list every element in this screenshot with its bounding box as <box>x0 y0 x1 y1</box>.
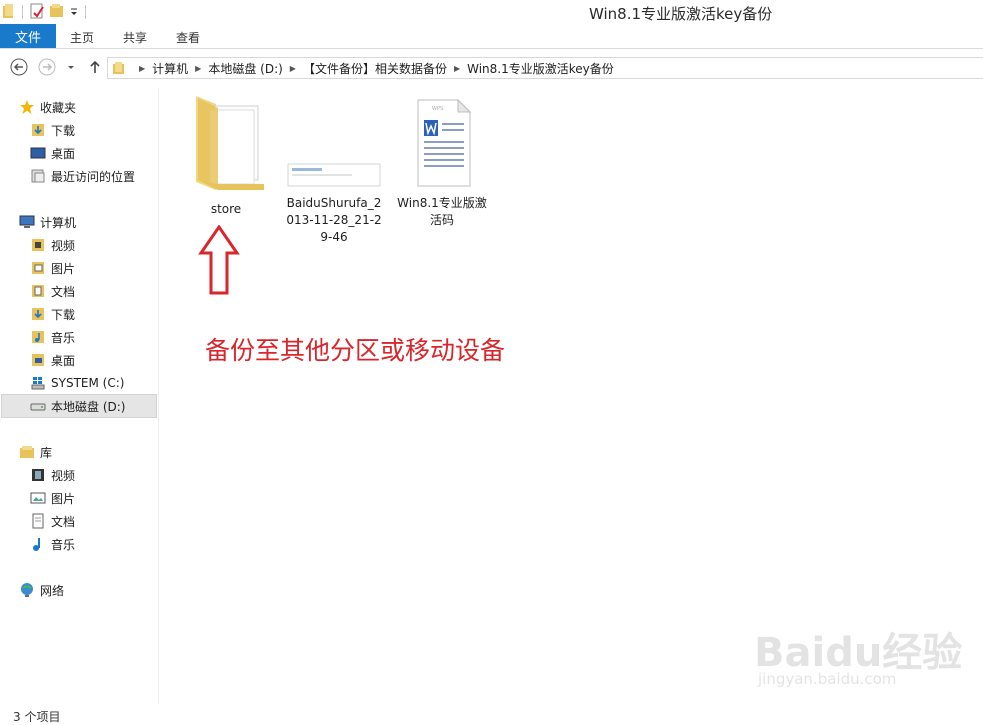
sidebar-item-pictures[interactable]: 图片 <box>30 257 75 279</box>
watermark: Baidu经验 jingyan.baidu.com <box>754 620 962 690</box>
chevron-down-icon[interactable] <box>69 3 79 22</box>
image-thumbnail-icon <box>287 163 381 187</box>
breadcrumb: ▶ 计算机 ▶ 本地磁盘 (D:) ▶ 【文件备份】相关数据备份 ▶ Win8.… <box>132 60 614 77</box>
folder-icon <box>112 61 126 75</box>
breadcrumb-current-folder[interactable]: Win8.1专业版激活key备份 <box>467 60 614 77</box>
tab-view[interactable]: 查看 <box>176 29 200 46</box>
breadcrumb-drive-d[interactable]: 本地磁盘 (D:) <box>208 60 282 77</box>
file-name: store <box>210 202 242 216</box>
sidebar-item-libraries[interactable]: 库 <box>19 441 52 463</box>
up-arrow-icon <box>198 225 240 295</box>
file-item-baidu-screenshot[interactable]: BaiduShurufa_2013-11-28_21-29-46 <box>284 94 384 246</box>
sidebar-item-documents[interactable]: 文档 <box>30 280 75 302</box>
annotation-text: 备份至其他分区或移动设备 <box>205 336 506 365</box>
up-arrow-icon <box>90 60 100 73</box>
desktop-icon <box>30 145 46 161</box>
title-bar: Win8.1专业版激活key备份 <box>0 0 983 24</box>
separator <box>22 5 23 19</box>
watermark-url: jingyan.baidu.com <box>758 670 897 688</box>
separator <box>85 5 86 19</box>
sidebar-item-recent-places[interactable]: 最近访问的位置 <box>30 165 135 187</box>
download-folder-icon <box>30 122 46 138</box>
properties-icon[interactable] <box>29 3 45 22</box>
navigation-pane: 收藏夹 下载 桌面 最近访问的位置 计算机 视频 图片 文档 下载 音乐 桌面 <box>0 88 159 704</box>
tab-file[interactable]: 文件 <box>0 24 56 48</box>
sidebar-item-favorites[interactable]: 收藏夹 <box>19 96 76 118</box>
wps-document-icon: WPS <box>417 98 472 187</box>
recent-locations-button[interactable] <box>66 58 76 76</box>
download-folder-icon <box>30 306 46 322</box>
file-name: BaiduShurufa_2013-11-28_21-29-46 <box>286 196 382 244</box>
video-folder-icon <box>30 237 46 253</box>
sidebar-item-library-pictures[interactable]: 图片 <box>30 487 75 509</box>
forward-arrow-icon <box>38 58 56 76</box>
computer-icon <box>19 214 35 230</box>
chevron-right-icon[interactable]: ▶ <box>290 64 296 73</box>
forward-button[interactable] <box>38 58 56 76</box>
library-icon <box>19 444 35 460</box>
chevron-down-icon <box>68 66 74 69</box>
document-folder-icon <box>30 283 46 299</box>
sidebar-item-drive-c[interactable]: SYSTEM (C:) <box>30 372 124 394</box>
tab-share[interactable]: 共享 <box>123 29 147 46</box>
sidebar-item-computer[interactable]: 计算机 <box>19 211 76 233</box>
chevron-right-icon[interactable]: ▶ <box>195 64 201 73</box>
star-icon <box>19 99 35 115</box>
chevron-right-icon[interactable]: ▶ <box>139 64 145 73</box>
breadcrumb-computer[interactable]: 计算机 <box>152 60 188 77</box>
drive-icon <box>30 398 46 414</box>
sidebar-item-desktop-computer[interactable]: 桌面 <box>30 349 75 371</box>
sidebar-item-library-documents[interactable]: 文档 <box>30 510 75 532</box>
document-icon <box>30 513 46 529</box>
folder-icon <box>196 96 264 190</box>
film-icon <box>30 467 46 483</box>
file-name: Win8.1专业版激活码 <box>397 196 487 227</box>
sidebar-item-network[interactable]: 网络 <box>19 579 64 601</box>
chevron-right-icon[interactable]: ▶ <box>454 64 460 73</box>
tab-home[interactable]: 主页 <box>70 29 94 46</box>
address-bar[interactable]: ▶ 计算机 ▶ 本地磁盘 (D:) ▶ 【文件备份】相关数据备份 ▶ Win8.… <box>107 57 983 79</box>
file-list: store BaiduShurufa_2013-11-28_21-29-46 W… <box>159 88 983 704</box>
address-row: ▶ 计算机 ▶ 本地磁盘 (D:) ▶ 【文件备份】相关数据备份 ▶ Win8.… <box>0 52 983 82</box>
back-arrow-icon <box>10 58 28 76</box>
sidebar-item-library-videos[interactable]: 视频 <box>30 464 75 486</box>
sidebar-item-desktop[interactable]: 桌面 <box>30 142 75 164</box>
sidebar-item-videos[interactable]: 视频 <box>30 234 75 256</box>
sidebar-item-music[interactable]: 音乐 <box>30 326 75 348</box>
sidebar-item-drive-d[interactable]: 本地磁盘 (D:) <box>1 394 157 418</box>
music-note-icon <box>30 536 46 552</box>
folder-icon[interactable] <box>2 3 16 22</box>
quick-access-toolbar <box>0 2 88 22</box>
network-icon <box>19 582 35 598</box>
status-bar: 3 个项目 <box>0 704 983 724</box>
ribbon: 文件 主页 共享 查看 <box>0 24 983 49</box>
window-title: Win8.1专业版激活key备份 <box>589 5 773 23</box>
sidebar-item-downloads-computer[interactable]: 下载 <box>30 303 75 325</box>
back-button[interactable] <box>10 58 28 76</box>
svg-text:WPS: WPS <box>432 106 443 112</box>
breadcrumb-backup-folder[interactable]: 【文件备份】相关数据备份 <box>303 60 447 77</box>
sidebar-item-library-music[interactable]: 音乐 <box>30 533 75 555</box>
file-item-wps-document[interactable]: WPS Win8.1专业版激活码 <box>392 94 492 229</box>
sidebar-item-downloads[interactable]: 下载 <box>30 119 75 141</box>
recent-places-icon <box>30 168 46 184</box>
item-count: 3 个项目 <box>13 710 61 724</box>
windows-drive-icon <box>30 375 46 391</box>
picture-icon <box>30 490 46 506</box>
file-item-store[interactable]: store <box>176 94 276 218</box>
music-folder-icon <box>30 329 46 345</box>
up-button[interactable] <box>86 58 104 76</box>
new-folder-icon[interactable] <box>49 3 65 22</box>
desktop-folder-icon <box>30 352 46 368</box>
picture-folder-icon <box>30 260 46 276</box>
